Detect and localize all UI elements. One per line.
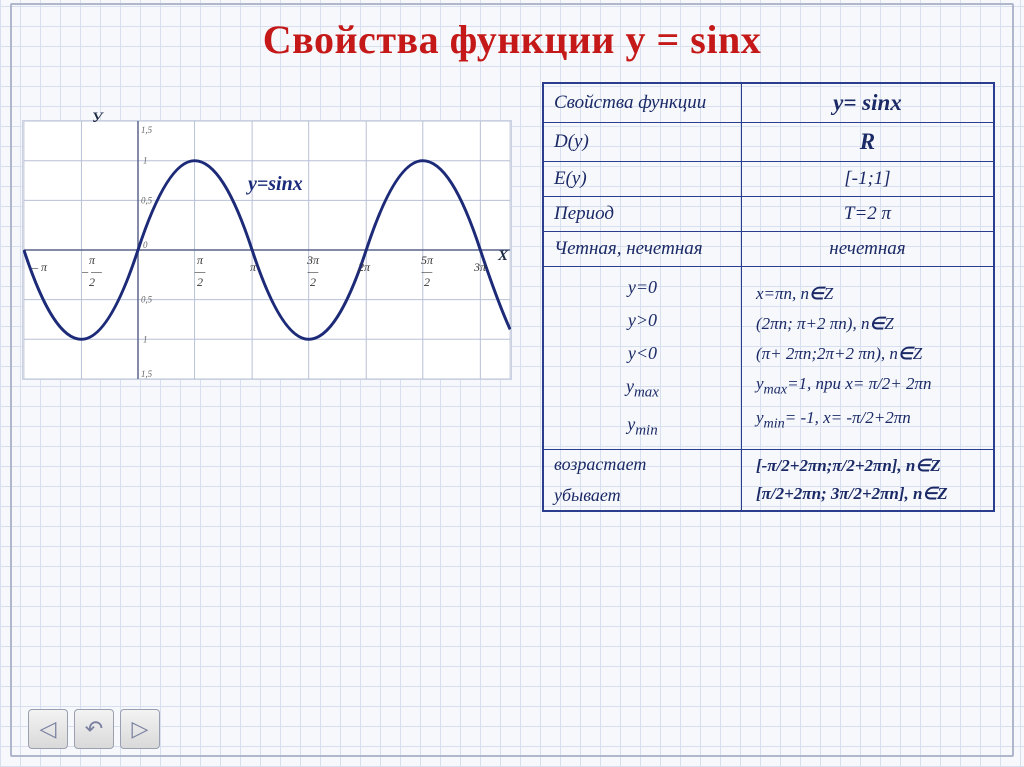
- svg-text:0: 0: [143, 240, 148, 250]
- tick-5pi2: 5π—2: [414, 255, 440, 288]
- axis-label-y: У: [92, 110, 102, 127]
- tick-neg-pi2: π– —2: [77, 255, 107, 288]
- zeros-v1: (2πn; π+2 πn), n∈Z: [756, 314, 983, 334]
- zeros-k2: y<0: [554, 343, 731, 364]
- axis-label-x: Х: [498, 248, 508, 265]
- row-period-key: Период: [543, 197, 741, 232]
- svg-text:0,5: 0,5: [141, 295, 153, 305]
- mono-v1: [π/2+2πn; 3π/2+2πn], n∈Z: [756, 484, 983, 504]
- tick-3pi2: 3π—2: [300, 255, 326, 288]
- row-monotone: возрастает убывает [-π/2+2πn;π/2+2πn], n…: [543, 450, 994, 512]
- svg-text:1,5: 1,5: [141, 125, 153, 135]
- chart-svg: 1,5 1 0,5 0 0,5 1 1,5: [23, 121, 511, 379]
- table-header-right: y= sinx: [741, 83, 994, 123]
- zeros-v4: ymin= -1, x= -π/2+2πn: [756, 408, 983, 432]
- zeros-v3: ymax=1, при x= π/2+ 2πn: [756, 374, 983, 398]
- svg-text:1: 1: [143, 156, 147, 166]
- svg-text:1,5: 1,5: [141, 369, 153, 379]
- row-range-val: [-1;1]: [741, 162, 994, 197]
- mono-k0: возрастает: [554, 454, 731, 475]
- curve-label: y=sinx: [248, 173, 303, 196]
- mono-v0: [-π/2+2πn;π/2+2πn], n∈Z: [756, 456, 983, 476]
- properties-table: Свойства функции y= sinx D(y) R E(y) [-1…: [542, 82, 995, 512]
- nav-back-button[interactable]: ◁: [28, 709, 68, 749]
- row-period-val: T=2 π: [741, 197, 994, 232]
- zeros-k1: y>0: [554, 310, 731, 331]
- zeros-k4: ymin: [554, 414, 731, 440]
- svg-text:0,5: 0,5: [141, 195, 153, 205]
- mono-k1: убывает: [554, 485, 731, 506]
- sine-chart: 1,5 1 0,5 0 0,5 1 1,5: [22, 120, 512, 380]
- zeros-v2: (π+ 2πn;2π+2 πn), n∈Z: [756, 344, 983, 364]
- tick-pi: π: [250, 260, 256, 275]
- tick-3pi: 3π: [474, 260, 486, 275]
- svg-text:1: 1: [143, 334, 147, 344]
- row-parity-val: нечетная: [741, 232, 994, 267]
- nav-undo-button[interactable]: ↶: [74, 709, 114, 749]
- row-range-key: E(y): [543, 162, 741, 197]
- row-domain-key: D(y): [543, 123, 741, 162]
- row-zeros-block: y=0 y>0 y<0 ymax ymin x=πn, n∈Z (2πn; π+…: [543, 267, 994, 450]
- page-title: Свойства функции y = sinx: [0, 16, 1024, 63]
- zeros-k3: ymax: [554, 376, 731, 402]
- tick-pi2: π—2: [190, 255, 210, 288]
- nav-forward-button[interactable]: ▷: [120, 709, 160, 749]
- tick-2pi: 2π: [358, 260, 370, 275]
- tick-neg-pi: – π: [32, 260, 47, 275]
- nav-bar: ◁ ↶ ▷: [28, 709, 160, 749]
- zeros-v0: x=πn, n∈Z: [756, 284, 983, 304]
- table-header-left: Свойства функции: [543, 83, 741, 123]
- zeros-k0: y=0: [554, 277, 731, 298]
- row-domain-val: R: [741, 123, 994, 162]
- row-parity-key: Четная, нечетная: [543, 232, 741, 267]
